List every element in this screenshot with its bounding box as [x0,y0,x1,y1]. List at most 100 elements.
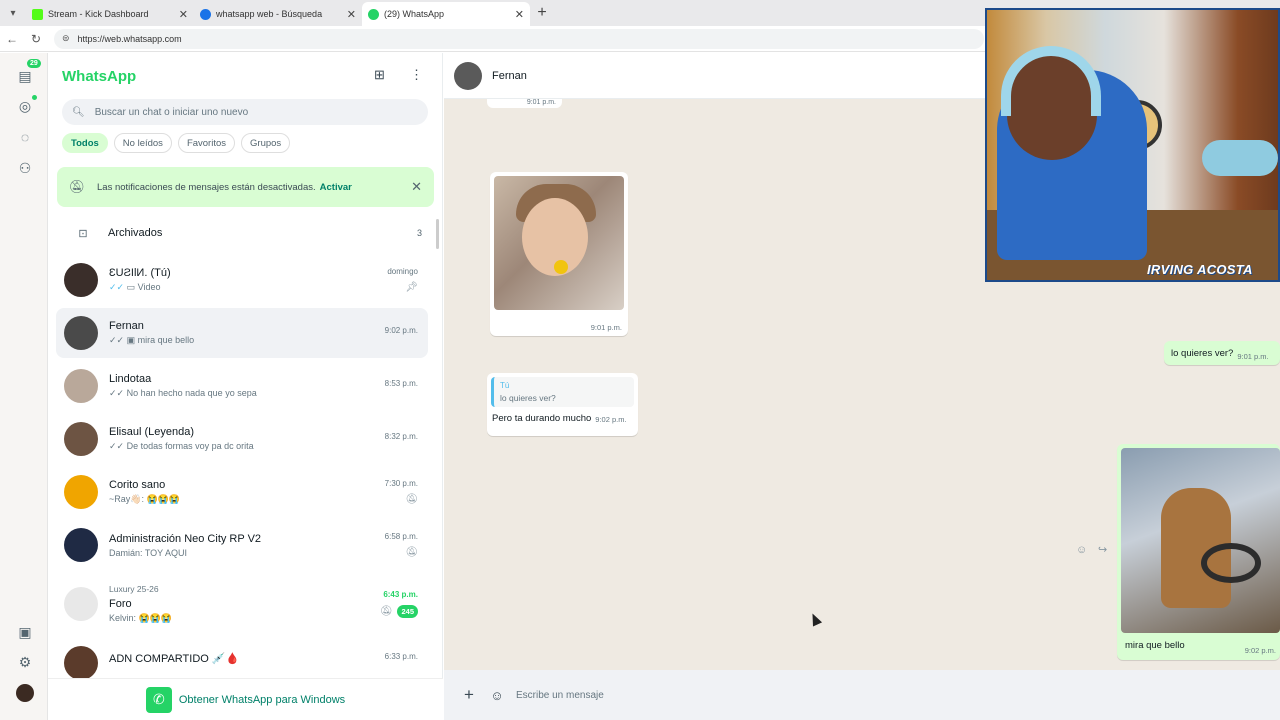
kick-favicon-icon [32,8,43,20]
avatar [64,316,98,350]
notifications-text: Las notificaciones de mensajes están des… [97,181,316,193]
message-time: 9:02 p.m. [595,415,627,424]
contact-avatar[interactable] [454,61,482,90]
message-time: 9:01 p.m. [526,99,556,106]
message-text: lo quieres ver? [1171,347,1234,359]
message-input[interactable]: Escribe un mensaje [516,690,604,701]
chat-name: Foro [109,598,132,610]
chats-icon[interactable]: ▤ [14,65,36,87]
url-field[interactable]: ⊜ https://web.whatsapp.com [54,28,984,49]
browser-tab-whatsapp[interactable]: (29) WhatsApp ✕ [362,2,530,26]
close-tab-icon[interactable]: ✕ [347,8,356,21]
chat-preview: Video [137,282,161,292]
message-incoming-reply[interactable]: Tú lo quieres ver? Pero ta durando mucho… [487,373,638,436]
message-time: 9:01 p.m. [1237,351,1269,361]
tab-title: (29) WhatsApp [384,9,445,19]
whatsapp-favicon-icon [368,8,379,20]
profile-avatar[interactable] [16,684,34,702]
filter-unread[interactable]: No leídos [113,133,172,153]
menu-kebab-icon[interactable]: ⋮ [410,67,423,83]
site-info-icon[interactable]: ⊜ [62,33,70,44]
avatar [64,646,98,678]
message-stub: 9:01 p.m. [487,99,562,108]
back-arrow-icon[interactable]: ← [0,32,24,46]
archived-row[interactable]: ⊡ Archivados 3 [62,218,422,248]
filter-all[interactable]: Todos [62,133,108,153]
chat-time: 8:53 p.m. [384,378,418,388]
chat-name: Fernan [109,320,144,332]
avatar [64,369,98,403]
new-chat-icon[interactable]: ⊞ [374,67,385,83]
photo-image[interactable] [494,176,624,310]
photo-image[interactable] [1121,448,1280,633]
close-banner-icon[interactable]: ✕ [411,179,422,195]
close-tab-icon[interactable]: ✕ [179,8,188,21]
photo-detail [1201,543,1261,583]
emoji-reaction-icon[interactable]: ☺ [1076,544,1087,556]
activate-link[interactable]: Activar [320,182,352,193]
chat-list-scrollbar[interactable] [436,219,439,249]
chat-row-self[interactable]: ƐUƧIƖИ. (Tú) ✓✓ ▭ Video domingo 📌︎ [56,255,428,305]
chat-time: 6:43 p.m. [383,590,418,599]
tab-title: whatsapp web - Búsqueda [216,9,323,19]
chat-name: Corito sano [109,479,166,491]
chat-name: ƐUƧIƖИ. (Tú) [109,267,171,279]
new-tab-icon[interactable]: + [530,2,554,26]
tab-title: Stream - Kick Dashboard [48,9,149,19]
chats-unread-badge: 29 [27,59,41,68]
communities-icon[interactable]: ⚇ [14,157,36,179]
chat-row-elisaul[interactable]: Elisaul (Leyenda) ✓✓ De todas formas voy… [56,414,428,464]
bell-off-icon: 🔕︎ [68,179,86,194]
chat-name: ADN COMPARTIDO 💉🩸 [109,653,240,665]
filter-groups[interactable]: Grupos [241,133,291,153]
mouse-cursor [807,611,823,627]
delivered-ticks-icon: ✓✓ [109,388,125,398]
chat-time: 6:33 p.m. [384,652,418,661]
chat-row-corito-sano[interactable]: Corito sano ~Ray👋🏻: 😭😭😭 7:30 p.m. 🔕︎ [56,467,428,517]
chat-time: 6:58 p.m. [384,532,418,541]
search-placeholder: Buscar un chat o iniciar uno nuevo [94,106,249,118]
photo-icon: ▣ [126,335,136,345]
attach-plus-icon[interactable]: + [458,685,480,705]
app-title: WhatsApp [62,68,137,85]
message-time: 9:01 p.m. [590,323,622,332]
archive-icon: ⊡ [78,227,88,240]
media-icon[interactable]: ▣ [14,621,36,643]
chat-row-fernan[interactable]: Fernan ✓✓ ▣ mira que bello 9:02 p.m. [56,308,428,358]
get-windows-app-link[interactable]: ✆ Obtener WhatsApp para Windows [48,678,443,720]
chat-time: 7:30 p.m. [384,479,418,488]
message-photo-outgoing[interactable]: mira que bello 9:02 p.m. [1117,444,1280,660]
reload-icon[interactable]: ↻ [24,32,48,46]
unread-count-badge: 245 [397,605,418,618]
message-photo-incoming[interactable]: 9:01 p.m. [490,172,628,336]
photo-detail [554,260,568,274]
archived-count: 3 [416,228,422,238]
channels-icon[interactable]: ◌ [14,126,36,148]
chat-preview: Kelvin: 😭😭😭 [109,613,173,623]
url-text: https://web.whatsapp.com [77,33,182,44]
chat-row-foro[interactable]: Luxury 25-26 Foro Kelvin: 😭😭😭 6:43 p.m. … [56,573,428,635]
chat-row-adn[interactable]: ADN COMPARTIDO 💉🩸 6:33 p.m. [56,640,428,678]
close-tab-icon[interactable]: ✕ [515,8,524,21]
webcam-overlay: IRVING ACOSTA [985,8,1280,282]
tab-list-button[interactable]: ▾ [0,0,26,26]
search-favicon-icon [200,8,211,20]
avatar [64,263,98,297]
browser-tab-kick[interactable]: Stream - Kick Dashboard ✕ [26,2,194,26]
photo-caption: mira que bello [1125,640,1185,651]
quoted-message[interactable]: Tú lo quieres ver? [491,377,634,407]
message-outgoing[interactable]: lo quieres ver? 9:01 p.m. [1164,341,1280,365]
filter-favorites[interactable]: Favoritos [177,133,236,153]
chat-preview: No han hecho nada que yo sepa [126,388,257,398]
avatar [64,587,98,621]
forward-icon[interactable]: ↪ [1098,543,1107,556]
sticker-emoji-icon[interactable]: ☺ [486,688,508,703]
settings-gear-icon[interactable]: ⚙ [14,651,36,673]
chat-row-neo-city[interactable]: Administración Neo City RP V2 Damián: TO… [56,520,428,570]
browser-tab-search[interactable]: whatsapp web - Búsqueda ✕ [194,2,362,26]
search-icon: 🔍︎ [72,106,85,118]
muted-icon: 🔕︎ [405,547,418,558]
search-input[interactable]: 🔍︎ Buscar un chat o iniciar uno nuevo [62,99,428,125]
chat-row-lindotaa[interactable]: Lindotaa ✓✓ No han hecho nada que yo sep… [56,361,428,411]
chat-time: 8:32 p.m. [384,431,418,441]
